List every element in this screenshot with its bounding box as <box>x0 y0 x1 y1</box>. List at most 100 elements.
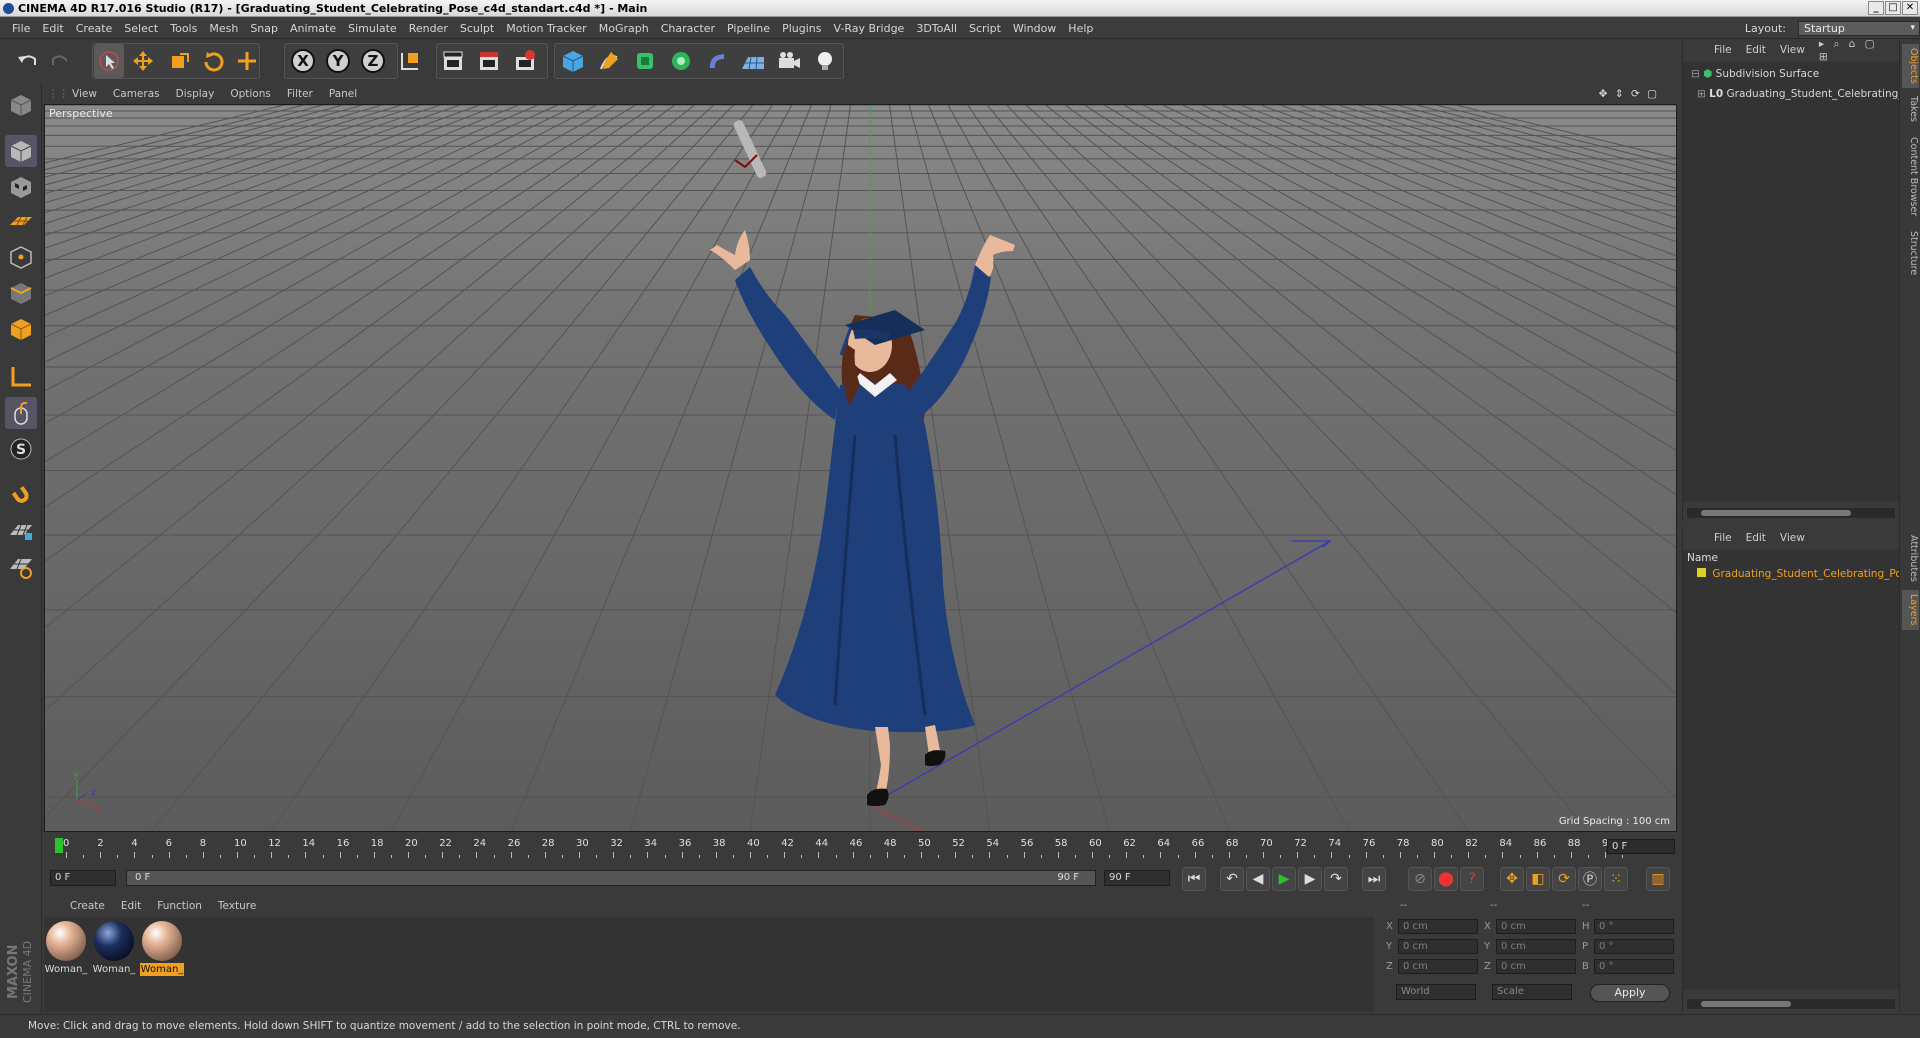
tab-layers[interactable]: Layers <box>1902 590 1919 630</box>
frame-ruler[interactable]: 0 2 4 6 8 10 12 14 16 18 20 22 24 26 28 30 32 34 36 38 40 42 4… <box>54 834 1624 864</box>
add-light-button[interactable] <box>810 44 840 78</box>
position-x-field[interactable]: 0 cm <box>1398 918 1478 934</box>
menu-select[interactable]: Select <box>118 22 164 35</box>
size-z-field[interactable]: 0 cm <box>1496 958 1576 974</box>
material-thumbnail[interactable]: Woman_ <box>92 921 136 976</box>
add-pen-button[interactable] <box>594 44 624 78</box>
minimize-button[interactable]: _ <box>1868 1 1884 15</box>
current-frame-field[interactable]: 0 F <box>1607 839 1675 854</box>
redo-button[interactable] <box>46 44 76 78</box>
coordinate-system-button[interactable] <box>395 44 425 78</box>
texture-mode-button[interactable] <box>5 171 37 203</box>
layers-menu-edit[interactable]: Edit <box>1739 532 1773 544</box>
edges-mode-button[interactable] <box>5 277 37 309</box>
menu-simulate[interactable]: Simulate <box>342 22 403 35</box>
timeline-ruler[interactable]: 0 2 4 6 8 10 12 14 16 18 20 22 24 26 28 30 32 34 36 38 40 42 4… <box>44 834 1677 864</box>
layer-row[interactable]: Graduating_Student_Celebrating_Po <box>1687 568 1902 580</box>
material-menu-function[interactable]: Function <box>149 900 210 912</box>
menu-window[interactable]: Window <box>1007 22 1062 35</box>
add-camera-button[interactable] <box>774 44 804 78</box>
render-settings-button[interactable] <box>510 44 540 78</box>
object-row-graduating-student[interactable]: ⊞ L0 Graduating_Student_Celebrating_P <box>1697 88 1910 100</box>
rotate-tool-button[interactable] <box>198 44 228 78</box>
menu-create[interactable]: Create <box>70 22 119 35</box>
object-manager-tool-icons[interactable]: ▸ ⌕ ⌂ ▢ ⊞ <box>1812 38 1898 63</box>
layer-manager-scrollbar[interactable] <box>1687 999 1895 1009</box>
render-view-button[interactable] <box>438 44 468 78</box>
menu-render[interactable]: Render <box>403 22 454 35</box>
axis-mode-button[interactable] <box>5 361 37 393</box>
tab-attributes[interactable]: Attributes <box>1902 530 1919 586</box>
timeline-window-button[interactable]: ▥ <box>1646 867 1670 891</box>
polygons-mode-button[interactable] <box>5 313 37 345</box>
menu-script[interactable]: Script <box>963 22 1007 35</box>
key-scale-button[interactable]: ◧ <box>1526 867 1550 891</box>
menu-mesh[interactable]: Mesh <box>203 22 244 35</box>
tab-content-browser[interactable]: Content Browser <box>1902 132 1919 222</box>
scale-tool-button[interactable] <box>164 44 194 78</box>
viewport-menu-panel[interactable]: Panel <box>321 88 365 100</box>
object-manager-scrollbar[interactable] <box>1687 508 1895 518</box>
move-tool-button[interactable] <box>128 44 158 78</box>
end-frame-field[interactable]: 90 F <box>1104 870 1170 886</box>
objects-menu-view[interactable]: View <box>1773 44 1812 56</box>
viewport-menu-view[interactable]: View <box>64 88 105 100</box>
play-button[interactable]: ▶ <box>1272 867 1296 891</box>
layers-menu-file[interactable]: File <box>1707 532 1739 544</box>
menu-vray-bridge[interactable]: V-Ray Bridge <box>827 22 910 35</box>
menu-tools[interactable]: Tools <box>164 22 203 35</box>
record-button[interactable]: ⬤ <box>1434 867 1458 891</box>
frame-range-slider[interactable]: 0 F 90 F <box>126 870 1096 886</box>
menu-help[interactable]: Help <box>1062 22 1099 35</box>
add-deformer-button[interactable] <box>702 44 732 78</box>
points-mode-button[interactable] <box>5 241 37 273</box>
tab-objects[interactable]: Objects <box>1902 44 1919 88</box>
key-point-level-button[interactable]: ⁙ <box>1604 867 1628 891</box>
size-y-field[interactable]: 0 cm <box>1496 938 1576 954</box>
coordinate-space-dropdown[interactable]: World <box>1396 984 1476 1000</box>
scrollbar-thumb[interactable] <box>1701 510 1851 516</box>
x-axis-button[interactable]: X <box>288 44 318 78</box>
apply-button[interactable]: Apply <box>1590 984 1670 1002</box>
key-parameter-button[interactable]: Ⓟ <box>1578 867 1602 891</box>
tree-collapse-icon[interactable]: ⊟ <box>1691 68 1700 80</box>
tab-takes[interactable]: Takes <box>1902 92 1919 126</box>
viewport-menu-cameras[interactable]: Cameras <box>105 88 168 100</box>
add-mograph-button[interactable] <box>666 44 696 78</box>
previous-key-button[interactable]: ↶ <box>1220 867 1244 891</box>
scrollbar-thumb[interactable] <box>1701 1001 1791 1007</box>
menu-mograph[interactable]: MoGraph <box>593 22 655 35</box>
y-axis-button[interactable]: Y <box>323 44 353 78</box>
menu-animate[interactable]: Animate <box>284 22 342 35</box>
menu-edit[interactable]: Edit <box>36 22 69 35</box>
viewport-menu-display[interactable]: Display <box>168 88 223 100</box>
go-to-start-button[interactable]: ⏮ <box>1182 867 1206 891</box>
go-to-end-button[interactable]: ⏭ <box>1362 867 1386 891</box>
workplane-rotate-button[interactable] <box>5 551 37 583</box>
add-scene-button[interactable] <box>738 44 768 78</box>
layers-menu-view[interactable]: View <box>1773 532 1812 544</box>
key-rotation-button[interactable]: ⟳ <box>1552 867 1576 891</box>
perspective-viewport[interactable]: y z x Perspective Grid Spacing : 100 cm <box>44 104 1677 832</box>
material-menu-texture[interactable]: Texture <box>210 900 264 912</box>
objects-menu-file[interactable]: File <box>1707 44 1739 56</box>
material-thumbnail[interactable]: Woman_ <box>44 921 88 976</box>
material-menu-create[interactable]: Create <box>62 900 113 912</box>
previous-frame-button[interactable]: ◀ <box>1246 867 1270 891</box>
size-mode-dropdown[interactable]: Scale <box>1492 984 1572 1000</box>
tree-expand-icon[interactable]: ⊞ <box>1697 88 1706 100</box>
viewport-navigation-icons[interactable]: ✥ ⇕ ⟳ ▢ <box>1591 88 1667 100</box>
z-axis-button[interactable]: Z <box>358 44 388 78</box>
rotation-h-field[interactable]: 0 ° <box>1594 918 1674 934</box>
undo-button[interactable] <box>12 44 42 78</box>
select-tool-button[interactable] <box>94 44 124 78</box>
add-cube-button[interactable] <box>558 44 588 78</box>
add-generator-button[interactable] <box>630 44 660 78</box>
viewport-menu-options[interactable]: Options <box>222 88 279 100</box>
close-button[interactable]: ✕ <box>1902 1 1918 15</box>
rotation-b-field[interactable]: 0 ° <box>1594 958 1674 974</box>
layout-dropdown[interactable]: Startup <box>1798 20 1920 36</box>
tab-structure[interactable]: Structure <box>1902 226 1919 280</box>
next-frame-button[interactable]: ▶ <box>1298 867 1322 891</box>
material-menu-edit[interactable]: Edit <box>113 900 149 912</box>
